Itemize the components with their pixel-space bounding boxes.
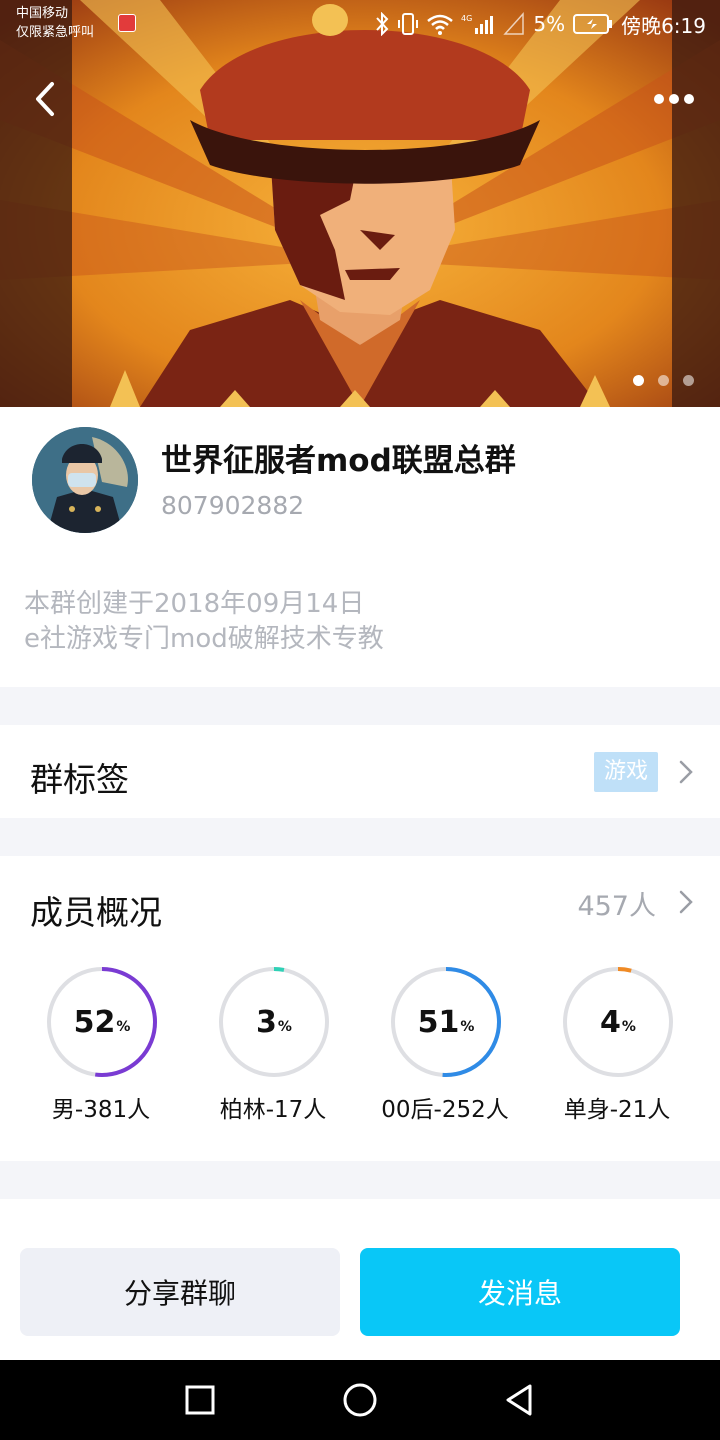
bottom-action-bar: 分享群聊 发消息 (0, 1199, 720, 1360)
status-icons: 4G 5% 傍晚6:19 (375, 11, 706, 38)
stat-location: 3% 柏林-17人 (208, 966, 338, 1126)
more-icon[interactable] (654, 88, 702, 110)
signal-empty-icon (503, 12, 525, 35)
carrier-status: 仅限紧急呼叫 (16, 25, 95, 40)
group-banner[interactable]: 中国移动 仅限紧急呼叫 4G 5% 傍晚6:19 (0, 0, 720, 407)
stat-value: 3% (256, 1004, 292, 1040)
stat-age: 51% 00后-252人 (380, 966, 510, 1126)
battery-charging-icon (573, 14, 613, 34)
section-divider (0, 818, 720, 856)
group-intro: e社游戏专门mod破解技术专教 (24, 624, 384, 654)
avatar-image (32, 427, 138, 533)
vibrate-icon (398, 13, 419, 35)
banner-page-indicator (633, 375, 694, 386)
group-name: 世界征服者mod联盟总群 (161, 443, 516, 479)
battery-percent: 5% (533, 12, 566, 36)
notification-app-icon (118, 14, 136, 32)
stat-value: 52% (73, 1004, 131, 1040)
chevron-right-icon (679, 760, 693, 784)
send-message-button[interactable]: 发消息 (360, 1248, 680, 1336)
stat-value: 51% (417, 1004, 475, 1040)
stat-label: 单身-21人 (563, 1097, 671, 1123)
group-description: 本群创建于2018年09月14日 e社游戏专门mod破解技术专教 (24, 587, 384, 657)
wifi-icon (427, 14, 454, 35)
chevron-right-icon (679, 890, 693, 914)
section-divider (0, 687, 720, 725)
back-icon[interactable] (28, 78, 62, 120)
back-nav-icon[interactable] (502, 1382, 538, 1418)
group-created-date: 本群创建于2018年09月14日 (24, 589, 365, 619)
bluetooth-icon (376, 12, 389, 36)
share-group-button[interactable]: 分享群聊 (20, 1248, 340, 1336)
home-icon[interactable] (342, 1382, 378, 1418)
stat-label: 柏林-17人 (219, 1097, 327, 1123)
svg-text:4G: 4G (461, 14, 472, 23)
system-navigation-bar (0, 1360, 720, 1440)
page-dot-active (633, 375, 644, 386)
signal-4g-icon: 4G (461, 14, 494, 34)
member-count: 457人 (577, 891, 656, 922)
group-id: 807902882 (161, 491, 305, 520)
section-divider (0, 1161, 720, 1199)
status-bar: 中国移动 仅限紧急呼叫 4G 5% 傍晚6:19 (0, 0, 720, 50)
clock: 傍晚6:19 (621, 13, 706, 38)
member-overview[interactable]: 成员概况 457人 52% 男-381人 3% 柏林-17人 51% 00后-2… (0, 856, 720, 1161)
stat-label: 男-381人 (51, 1097, 151, 1123)
page-dot (683, 375, 694, 386)
stat-gender: 52% 男-381人 (36, 966, 166, 1126)
group-tags-title: 群标签 (30, 760, 129, 799)
group-tags-row[interactable]: 群标签 游戏 (0, 725, 720, 818)
stat-single: 4% 单身-21人 (552, 966, 682, 1126)
group-header: 世界征服者mod联盟总群 807902882 本群创建于2018年09月14日 … (0, 407, 720, 687)
member-overview-title: 成员概况 (30, 893, 162, 932)
carrier-name: 中国移动 (16, 6, 69, 21)
stat-label: 00后-252人 (381, 1097, 509, 1123)
group-tag-chip: 游戏 (593, 752, 658, 792)
banner-image (0, 0, 720, 407)
stat-value: 4% (600, 1004, 636, 1040)
page-dot (658, 375, 669, 386)
group-avatar[interactable] (32, 427, 138, 533)
recent-apps-icon[interactable] (182, 1382, 218, 1418)
carrier-info: 中国移动 仅限紧急呼叫 (16, 4, 94, 42)
